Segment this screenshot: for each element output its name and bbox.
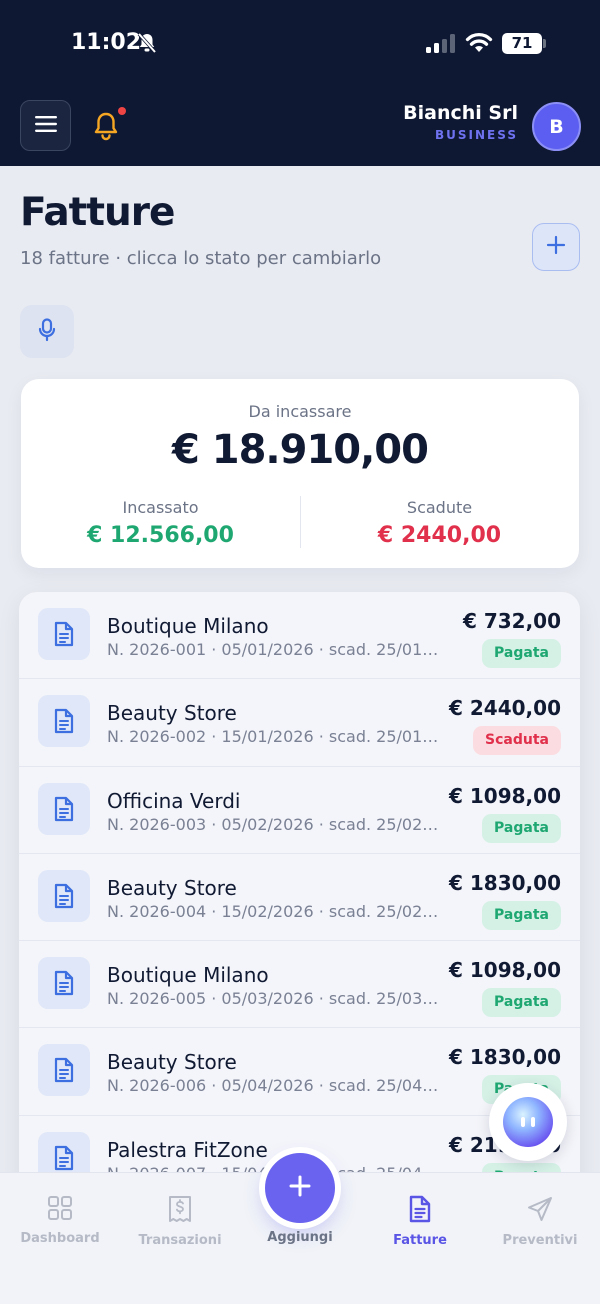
invoice-client: Boutique Milano <box>107 614 269 638</box>
invoice-meta: N. 2026-001 · 05/01/2026 · scad. 25/01/2… <box>107 640 443 659</box>
overdue-label: Scadute <box>406 498 473 517</box>
page-title: Fatture <box>20 190 175 235</box>
invoice-client: Beauty Store <box>107 701 237 726</box>
invoice-amount: € 1098,00 <box>449 958 561 983</box>
page-subtitle: 18 fatture · clicca lo stato per cambiar… <box>20 248 382 269</box>
invoice-meta: N. 2026-002 · 15/01/2026 · scad. 25/01/2… <box>107 727 443 747</box>
status-badge[interactable]: Scaduta <box>473 726 561 756</box>
company-type: BUSINESS <box>435 128 518 142</box>
document-icon <box>38 869 90 922</box>
send-icon <box>526 1197 554 1227</box>
invoice-amount: € 2440,00 <box>449 696 561 721</box>
collected-label: Incassato <box>122 498 199 517</box>
plus-icon <box>288 1174 312 1202</box>
invoice-amount: € 1098,00 <box>449 783 561 808</box>
bottom-nav: Dashboard Transazioni Aggiungi Fatture P… <box>0 1153 600 1304</box>
overdue-column: Scadute € 2440,00 <box>300 498 579 548</box>
collected-column: Incassato € 12.566,00 <box>21 498 300 548</box>
company-info[interactable]: Bianchi Srl BUSINESS <box>403 102 518 142</box>
invoice-meta: N. 2026-003 · 05/02/2026 · scad. 25/02/2… <box>107 814 443 834</box>
invoice-row[interactable]: Beauty Store N. 2026-004 · 15/02/2026 · … <box>19 854 580 942</box>
invoice-client: Boutique Milano <box>107 963 269 988</box>
nav-invoices-label: Fatture <box>393 1233 447 1248</box>
invoice-row[interactable]: Officina Verdi N. 2026-003 · 05/02/2026 … <box>19 767 580 854</box>
notification-dot <box>118 107 126 115</box>
assistant-orb-icon <box>503 1097 553 1147</box>
summary-card: Da incassare € 18.910,00 Incassato € 12.… <box>21 379 579 568</box>
overdue-value: € 2440,00 <box>377 523 502 548</box>
invoice-amount: € 732,00 <box>462 609 561 633</box>
microphone-icon <box>38 317 56 346</box>
status-badge[interactable]: Pagata <box>482 639 561 668</box>
invoice-amount: € 1830,00 <box>449 1045 561 1070</box>
document-icon <box>408 1195 432 1227</box>
nav-transactions-label: Transazioni <box>138 1233 222 1248</box>
company-name: Bianchi Srl <box>403 102 518 124</box>
status-badge[interactable]: Pagata <box>482 988 561 1018</box>
invoice-row[interactable]: Boutique Milano N. 2026-005 · 05/03/2026… <box>19 941 580 1029</box>
invoice-row[interactable]: Beauty Store N. 2026-002 · 15/01/2026 · … <box>19 679 580 767</box>
wifi-icon <box>465 32 493 58</box>
document-icon <box>38 695 90 748</box>
avatar[interactable]: B <box>532 102 581 151</box>
invoice-client: Beauty Store <box>107 875 237 900</box>
nav-dashboard-label: Dashboard <box>20 1231 100 1246</box>
document-icon <box>38 1044 90 1097</box>
invoice-client: Beauty Store <box>107 1050 237 1075</box>
add-invoice-button[interactable] <box>532 223 580 271</box>
nav-invoices[interactable]: Fatture <box>360 1195 480 1248</box>
battery-indicator: 71 <box>502 33 542 54</box>
invoice-client: Palestra FitZone <box>107 1137 268 1162</box>
collected-value: € 12.566,00 <box>87 523 234 548</box>
invoice-client: Officina Verdi <box>107 788 241 813</box>
invoice-amount: € 1830,00 <box>449 870 561 895</box>
to-collect-amount: € 18.910,00 <box>172 427 429 473</box>
invoice-meta: N. 2026-005 · 05/03/2026 · scad. 25/03/2… <box>107 989 443 1009</box>
ai-assistant-button[interactable] <box>489 1083 567 1161</box>
nav-transactions[interactable]: Transazioni <box>120 1195 240 1248</box>
status-badge[interactable]: Pagata <box>482 900 561 930</box>
status-badge[interactable]: Pagata <box>482 813 561 843</box>
hamburger-icon <box>34 115 57 137</box>
bell-muted-icon <box>137 32 157 58</box>
nav-quotes-label: Preventivi <box>502 1233 578 1248</box>
add-fab-button[interactable] <box>265 1153 335 1223</box>
invoice-meta: N. 2026-004 · 15/02/2026 · scad. 25/02/2… <box>107 901 443 921</box>
nav-quotes[interactable]: Preventivi <box>480 1195 600 1248</box>
nav-add-label: Aggiungi <box>267 1230 333 1245</box>
app-header: 11:02 71 Bianchi Srl BUSINESS B <box>0 0 600 166</box>
status-time: 11:02 <box>71 30 142 55</box>
to-collect-label: Da incassare <box>248 402 352 421</box>
grid-icon <box>47 1196 73 1225</box>
voice-input-button[interactable] <box>20 305 74 358</box>
document-icon <box>38 957 90 1010</box>
invoice-row[interactable]: Boutique Milano N. 2026-001 · 05/01/2026… <box>19 592 580 680</box>
plus-icon <box>546 235 566 259</box>
nav-dashboard[interactable]: Dashboard <box>0 1195 120 1246</box>
invoice-meta: N. 2026-006 · 05/04/2026 · scad. 25/04/2… <box>107 1076 443 1096</box>
notification-bell-icon[interactable] <box>92 111 120 145</box>
document-icon <box>38 782 90 835</box>
document-icon <box>38 608 90 660</box>
menu-button[interactable] <box>20 100 71 151</box>
battery-cap <box>543 39 546 48</box>
cellular-signal-icon <box>426 34 456 57</box>
receipt-icon <box>167 1196 193 1227</box>
